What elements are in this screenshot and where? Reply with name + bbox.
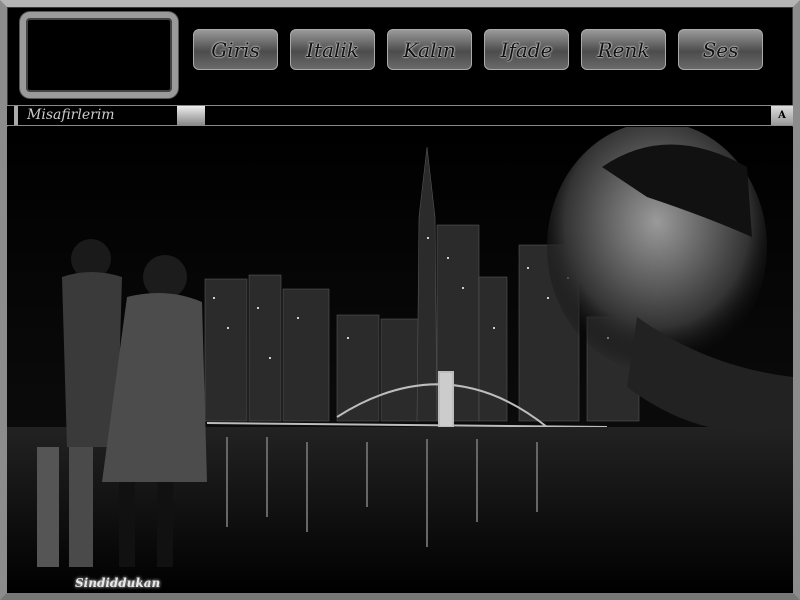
guest-bar-a-button[interactable]: A: [771, 106, 793, 125]
city-night-illustration: [7, 127, 793, 593]
nav-button-italik[interactable]: Italik: [290, 29, 375, 70]
nav-button-ses[interactable]: Ses: [678, 29, 763, 70]
nav-button-giris[interactable]: Giris: [193, 29, 278, 70]
background-scene: [7, 127, 793, 593]
nav-bar: Giris Italik Kalın Ifade Renk Ses: [193, 29, 763, 70]
signature: Sindiddukan: [75, 576, 161, 590]
guest-bar-label: Misafirlerim: [14, 106, 184, 125]
nav-button-kalin[interactable]: Kalın: [387, 29, 472, 70]
logo-frame: [20, 12, 178, 98]
nav-button-renk[interactable]: Renk: [581, 29, 666, 70]
guest-bar: Misafirlerim A: [7, 105, 793, 126]
guest-bar-handle[interactable]: [177, 106, 205, 125]
guest-marquee: [205, 106, 769, 125]
nav-button-ifade[interactable]: Ifade: [484, 29, 569, 70]
